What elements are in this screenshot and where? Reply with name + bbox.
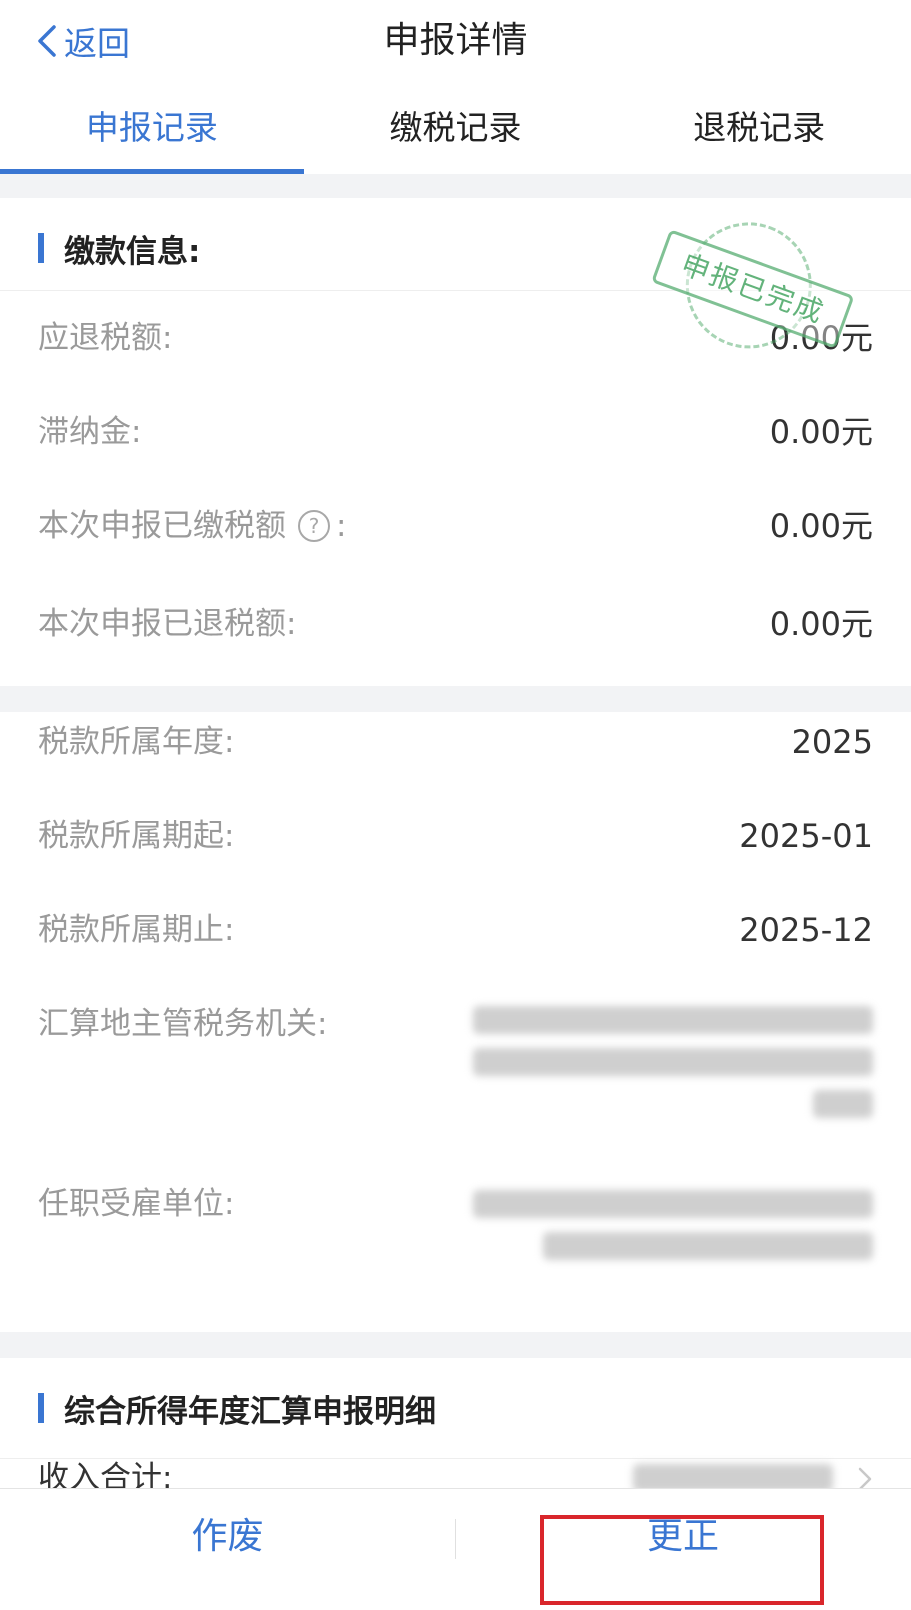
redacted-line (543, 1232, 873, 1260)
row-value: 2025-12 (739, 911, 873, 949)
row-label: 任职受雇单位: (38, 1186, 235, 1222)
redacted-value (473, 1190, 873, 1260)
info-row: 本次申报已退税额: 0.00元 (38, 594, 873, 654)
row-label: 本次申报已退税额: (38, 606, 297, 642)
section-marker (38, 1393, 44, 1423)
page-title: 申报详情 (383, 20, 528, 61)
section-title: 缴款信息: (64, 233, 201, 270)
row-value: 0.00元 (769, 507, 873, 545)
bottom-action-bar: 作废 更正 (0, 1488, 911, 1610)
void-button[interactable]: 作废 (0, 1489, 455, 1584)
row-value: 2025 (791, 723, 873, 761)
info-row: 本次申报已缴税额 ? : 0.00元 (38, 496, 873, 556)
tab-label: 申报记录 (85, 108, 218, 147)
correct-button[interactable]: 更正 (455, 1489, 911, 1584)
row-label-group: 本次申报已缴税额 ? : (38, 496, 346, 556)
tab-label: 退税记录 (693, 108, 826, 147)
row-value: 0.00元 (769, 319, 873, 357)
row-label-colon: : (336, 508, 347, 544)
row-label: 本次申报已缴税额 (38, 508, 286, 544)
tab-bar: 申报记录 缴税记录 退税记录 (0, 82, 911, 174)
row-value: 0.00元 (769, 413, 873, 451)
question-circle-icon[interactable]: ? (298, 510, 330, 542)
info-row: 任职受雇单位: (38, 1174, 873, 1260)
redacted-line (473, 1190, 873, 1218)
section-header: 综合所得年度汇算申报明细 (38, 1358, 436, 1458)
info-row: 应退税额: 0.00元 (38, 308, 873, 368)
payment-info-card: 缴款信息: 应退税额: 0.00元 滞纳金: 0.00元 本次申报已缴税额 ? … (0, 198, 911, 686)
tab-declaration-records[interactable]: 申报记录 (0, 82, 304, 174)
row-label: 汇算地主管税务机关: (38, 1006, 328, 1042)
section-header: 缴款信息: (38, 198, 200, 298)
divider (0, 290, 911, 291)
info-row: 滞纳金: 0.00元 (38, 402, 873, 462)
tax-period-card: 税款所属年度: 2025 税款所属期起: 2025-01 税款所属期止: 202… (0, 712, 911, 1332)
row-label: 税款所属年度: (38, 724, 235, 760)
info-row: 税款所属期止: 2025-12 (38, 900, 873, 960)
tab-payment-records[interactable]: 缴税记录 (304, 82, 608, 174)
tab-refund-records[interactable]: 退税记录 (607, 82, 911, 174)
tab-label: 缴税记录 (389, 108, 522, 147)
info-row: 税款所属期起: 2025-01 (38, 806, 873, 866)
redacted-line (473, 1048, 873, 1076)
row-label: 应退税额: (38, 320, 173, 356)
section-title: 综合所得年度汇算申报明细 (64, 1393, 436, 1430)
row-label: 税款所属期起: (38, 818, 235, 854)
redacted-line (473, 1006, 873, 1034)
redacted-value (473, 1006, 873, 1118)
row-value: 0.00元 (769, 605, 873, 643)
info-row: 汇算地主管税务机关: (38, 994, 873, 1118)
row-label: 税款所属期止: (38, 912, 235, 948)
top-bar: 返回 申报详情 (0, 0, 911, 83)
info-row: 税款所属年度: 2025 (38, 712, 873, 772)
row-label: 滞纳金: (38, 414, 142, 450)
active-tab-indicator (0, 169, 304, 174)
row-value: 2025-01 (739, 817, 873, 855)
section-marker (38, 233, 44, 263)
redacted-line (813, 1090, 873, 1118)
